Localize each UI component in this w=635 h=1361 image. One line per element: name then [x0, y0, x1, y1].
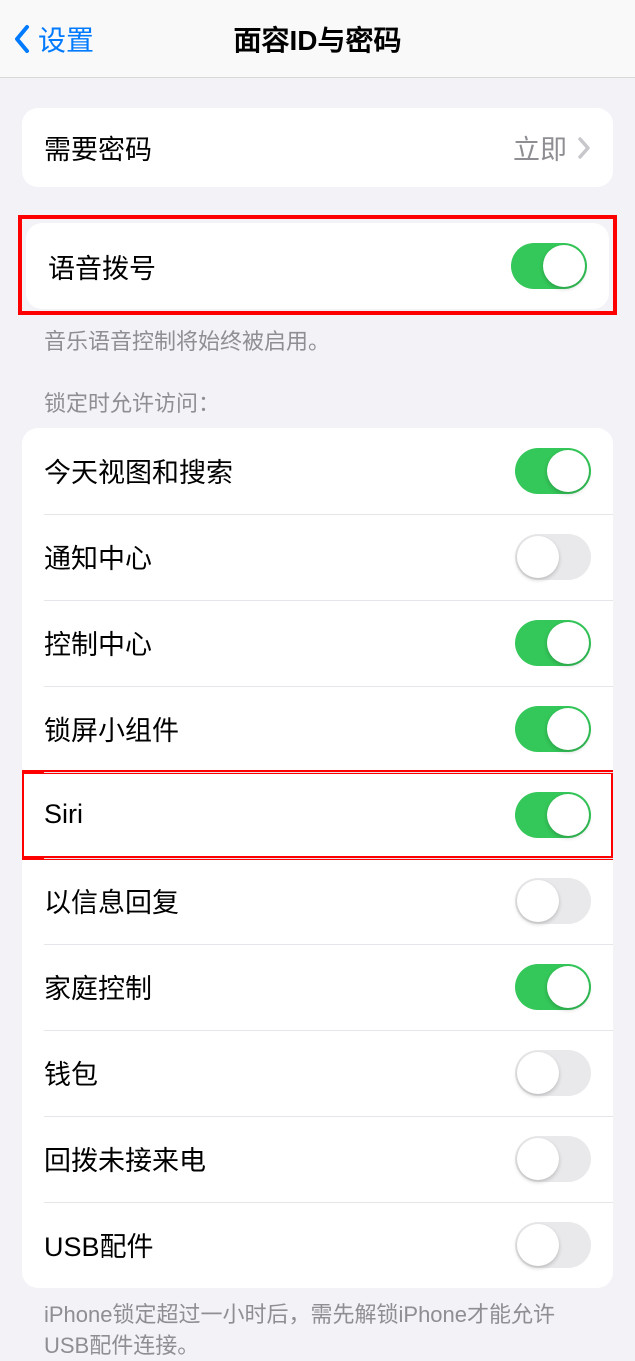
- lock-access-row: USB配件: [22, 1202, 613, 1288]
- lock-access-label: 回拨未接来电: [44, 1139, 515, 1178]
- lock-access-card: 今天视图和搜索通知中心控制中心锁屏小组件 Siri 以信息回复家庭控制钱包回拨未接来…: [22, 428, 613, 1288]
- toggle-knob: [517, 1052, 559, 1094]
- back-label: 设置: [38, 19, 94, 59]
- lock-access-label: 通知中心: [44, 537, 515, 576]
- chevron-left-icon: [12, 23, 32, 55]
- lock-access-toggle[interactable]: [515, 534, 591, 580]
- voice-dial-label: 语音拨号: [48, 247, 511, 286]
- lock-access-label: Siri: [44, 799, 515, 830]
- lock-access-label: 控制中心: [44, 623, 515, 662]
- lock-access-label: 以信息回复: [44, 881, 515, 920]
- lock-access-row: 控制中心: [22, 600, 613, 686]
- lock-access-row: 今天视图和搜索: [22, 428, 613, 514]
- chevron-right-icon: [577, 137, 591, 159]
- toggle-knob: [547, 450, 589, 492]
- toggle-knob: [517, 1224, 559, 1266]
- lock-access-toggle[interactable]: [515, 1222, 591, 1268]
- back-button[interactable]: 设置: [12, 19, 94, 59]
- toggle-knob: [547, 966, 589, 1008]
- lock-access-toggle[interactable]: [515, 878, 591, 924]
- require-passcode-label: 需要密码: [44, 128, 513, 167]
- lock-access-label: 家庭控制: [44, 967, 515, 1006]
- lock-access-toggle[interactable]: [515, 964, 591, 1010]
- require-passcode-value: 立即: [513, 128, 567, 167]
- toggle-knob: [547, 622, 589, 664]
- lock-access-footer: iPhone锁定超过一小时后，需先解锁iPhone才能允许USB配件连接。: [22, 1288, 613, 1361]
- lock-access-label: 今天视图和搜索: [44, 451, 515, 490]
- toggle-knob: [517, 536, 559, 578]
- voice-dial-highlight: 语音拨号: [18, 215, 617, 315]
- lock-access-toggle[interactable]: [515, 706, 591, 752]
- toggle-knob: [543, 245, 585, 287]
- lock-access-toggle[interactable]: [515, 620, 591, 666]
- lock-access-row: 锁屏小组件: [22, 686, 613, 772]
- voice-dial-toggle[interactable]: [511, 243, 587, 289]
- toggle-knob: [547, 794, 589, 836]
- voice-dial-note: 音乐语音控制将始终被启用。: [22, 315, 613, 358]
- header-bar: 设置 面容ID与密码: [0, 0, 635, 78]
- lock-access-toggle[interactable]: [515, 1050, 591, 1096]
- lock-access-row: 回拨未接来电: [22, 1116, 613, 1202]
- lock-access-row: 以信息回复: [22, 858, 613, 944]
- lock-access-label: 钱包: [44, 1053, 515, 1092]
- require-passcode-row[interactable]: 需要密码 立即: [22, 108, 613, 187]
- lock-access-toggle[interactable]: [515, 448, 591, 494]
- page-title: 面容ID与密码: [233, 19, 401, 59]
- toggle-knob: [517, 1138, 559, 1180]
- lock-access-label: USB配件: [44, 1225, 515, 1264]
- toggle-knob: [517, 880, 559, 922]
- lock-access-row: Siri: [22, 772, 613, 858]
- lock-access-label: 锁屏小组件: [44, 709, 515, 748]
- lock-access-row: 家庭控制: [22, 944, 613, 1030]
- voice-dial-row: 语音拨号: [26, 223, 609, 309]
- lock-access-toggle[interactable]: [515, 1136, 591, 1182]
- lock-access-header: 锁定时允许访问：: [22, 386, 613, 428]
- lock-access-row: 钱包: [22, 1030, 613, 1116]
- toggle-knob: [547, 708, 589, 750]
- lock-access-row: 通知中心: [22, 514, 613, 600]
- lock-access-toggle[interactable]: [515, 792, 591, 838]
